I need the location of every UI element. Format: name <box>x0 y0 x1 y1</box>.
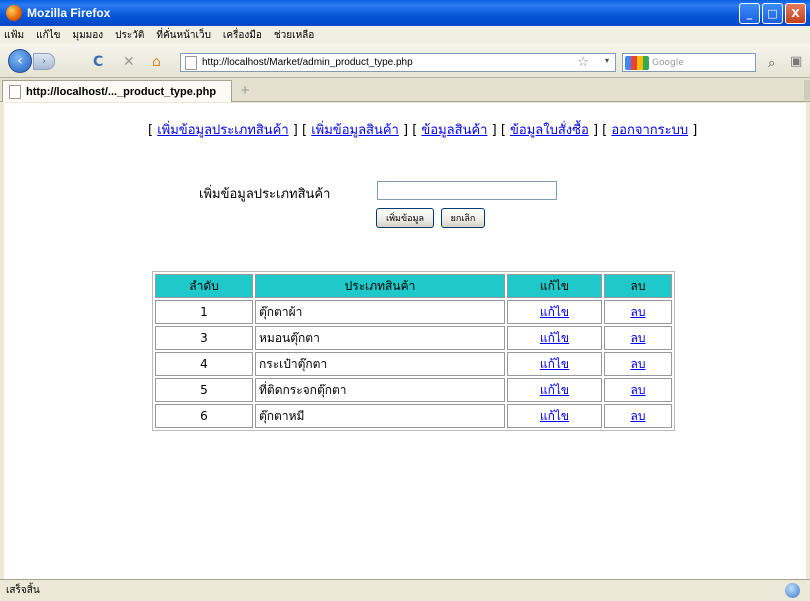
menu-edit[interactable]: แก้ไข <box>36 28 60 43</box>
delete-cell: ลบ <box>604 378 672 402</box>
reload-icon[interactable]: C <box>93 54 103 70</box>
delete-link[interactable]: ลบ <box>631 383 646 397</box>
google-engine-icon[interactable] <box>625 55 649 70</box>
row-id: 3 <box>155 326 253 350</box>
menu-tools[interactable]: เครื่องมือ <box>223 28 262 43</box>
table-row: 6 ตุ๊กตาหมี แก้ไข ลบ <box>155 404 672 428</box>
forward-button[interactable]: › <box>33 53 55 70</box>
menu-history[interactable]: ประวัติ <box>115 28 144 43</box>
delete-cell: ลบ <box>604 300 672 324</box>
row-type-name: กระเป๋าตุ๊กตา <box>255 352 505 376</box>
nav-bracket: ] [ <box>403 123 418 138</box>
window-title: Mozilla Firefox <box>27 6 111 20</box>
row-id: 4 <box>155 352 253 376</box>
edit-link[interactable]: แก้ไข <box>540 331 569 345</box>
tab-title: http://localhost/..._product_type.php <box>26 85 217 98</box>
title-bar: Mozilla Firefox _ □ X <box>0 0 810 26</box>
nav-link-products[interactable]: ข้อมูลสินค้า <box>421 123 487 138</box>
header-order: ลำดับ <box>155 274 253 298</box>
nav-bracket: ] [ <box>491 123 506 138</box>
row-type-name: หมอนตุ๊กตา <box>255 326 505 350</box>
table-header-row: ลำดับ ประเภทสินค้า แก้ไข ลบ <box>155 274 672 298</box>
row-type-name: ตุ๊กตาหมี <box>255 404 505 428</box>
status-text: เสร็จสิ้น <box>6 585 40 596</box>
edit-link[interactable]: แก้ไข <box>540 305 569 319</box>
back-button[interactable]: ‹ <box>8 49 32 73</box>
table-row: 3 หมอนตุ๊กตา แก้ไข ลบ <box>155 326 672 350</box>
nav-link-add-product[interactable]: เพิ่มข้อมูลสินค้า <box>311 123 399 138</box>
table-row: 1 ตุ๊กตาผ้า แก้ไข ลบ <box>155 300 672 324</box>
menu-bookmarks[interactable]: ที่คั่นหน้าเว็บ <box>156 28 211 43</box>
edit-cell: แก้ไข <box>507 352 602 376</box>
edit-cell: แก้ไข <box>507 404 602 428</box>
add-button[interactable]: เพิ่มข้อมูล <box>376 208 434 228</box>
table-row: 5 ที่ติดกระจกตุ๊กตา แก้ไข ลบ <box>155 378 672 402</box>
row-id: 6 <box>155 404 253 428</box>
product-type-input[interactable] <box>377 181 557 200</box>
row-id: 1 <box>155 300 253 324</box>
menu-help[interactable]: ช่วยเหลือ <box>274 28 314 43</box>
edit-cell: แก้ไข <box>507 300 602 324</box>
url-bar[interactable]: http://localhost/Market/admin_product_ty… <box>180 53 616 72</box>
search-icon[interactable]: ⌕ <box>768 56 775 71</box>
status-globe-icon <box>785 583 800 598</box>
delete-cell: ลบ <box>604 404 672 428</box>
row-id: 5 <box>155 378 253 402</box>
page-icon <box>185 55 197 70</box>
new-tab-button[interactable]: + <box>236 82 254 98</box>
stop-icon[interactable]: ✕ <box>123 54 135 70</box>
admin-nav: [ เพิ่มข้อมูลประเภทสินค้า ] [ เพิ่มข้อมู… <box>148 119 697 140</box>
header-edit: แก้ไข <box>507 274 602 298</box>
edit-cell: แก้ไข <box>507 326 602 350</box>
close-button[interactable]: X <box>785 3 806 24</box>
navigation-toolbar: ‹ › C ✕ ⌂ http://localhost/Market/admin_… <box>0 44 810 78</box>
tab-bar: http://localhost/..._product_type.php + <box>0 78 810 102</box>
nav-bracket: [ <box>148 123 154 138</box>
header-delete: ลบ <box>604 274 672 298</box>
delete-cell: ลบ <box>604 352 672 376</box>
delete-link[interactable]: ลบ <box>631 357 646 371</box>
tab-scroll[interactable] <box>804 80 810 100</box>
bookmark-star-icon[interactable]: ☆ <box>577 55 589 70</box>
minimize-button[interactable]: _ <box>739 3 760 24</box>
window-controls: _ □ X <box>739 3 806 24</box>
menu-file[interactable]: แฟ้ม <box>4 28 24 43</box>
nav-bracket: ] [ <box>292 123 308 138</box>
edit-link[interactable]: แก้ไข <box>540 383 569 397</box>
nav-link-add-product-type[interactable]: เพิ่มข้อมูลประเภทสินค้า <box>157 123 288 138</box>
delete-link[interactable]: ลบ <box>631 331 646 345</box>
row-type-name: ที่ติดกระจกตุ๊กตา <box>255 378 505 402</box>
status-bar: เสร็จสิ้น <box>0 579 810 601</box>
url-dropdown-icon[interactable]: ▾ <box>605 56 609 65</box>
table-row: 4 กระเป๋าตุ๊กตา แก้ไข ลบ <box>155 352 672 376</box>
menu-view[interactable]: มุมมอง <box>73 28 104 43</box>
delete-link[interactable]: ลบ <box>631 409 646 423</box>
row-type-name: ตุ๊กตาผ้า <box>255 300 505 324</box>
firefox-logo-icon <box>6 5 22 21</box>
delete-link[interactable]: ลบ <box>631 305 646 319</box>
search-bar[interactable]: Google <box>622 53 756 72</box>
nav-link-logout[interactable]: ออกจากระบบ <box>611 123 688 138</box>
product-type-table: ลำดับ ประเภทสินค้า แก้ไข ลบ 1 ตุ๊กตาผ้า … <box>152 271 675 431</box>
tab-page-icon <box>9 84 21 99</box>
edit-link[interactable]: แก้ไข <box>540 357 569 371</box>
nav-bracket: ] [ <box>592 123 608 138</box>
menu-bar: แฟ้ม แก้ไข มุมมอง ประวัติ ที่คั่นหน้าเว็… <box>0 26 810 44</box>
home-icon[interactable]: ⌂ <box>152 54 161 70</box>
nav-bracket: ] <box>692 123 698 138</box>
header-type: ประเภทสินค้า <box>255 274 505 298</box>
search-placeholder: Google <box>652 57 684 68</box>
product-type-label: เพิ่มข้อมูลประเภทสินค้า <box>199 187 331 202</box>
nav-link-orders[interactable]: ข้อมูลใบสั่งซื้อ <box>510 123 589 138</box>
edit-link[interactable]: แก้ไข <box>540 409 569 423</box>
url-text[interactable]: http://localhost/Market/admin_product_ty… <box>202 57 413 68</box>
toolbar-more-icon[interactable]: ▣ <box>790 54 802 69</box>
cancel-button[interactable]: ยกเลิก <box>441 208 485 228</box>
edit-cell: แก้ไข <box>507 378 602 402</box>
page-content: [ เพิ่มข้อมูลประเภทสินค้า ] [ เพิ่มข้อมู… <box>4 103 806 579</box>
maximize-button[interactable]: □ <box>762 3 783 24</box>
delete-cell: ลบ <box>604 326 672 350</box>
tab-active[interactable]: http://localhost/..._product_type.php <box>2 80 232 102</box>
browser-window: Mozilla Firefox _ □ X แฟ้ม แก้ไข มุมมอง … <box>0 0 810 601</box>
